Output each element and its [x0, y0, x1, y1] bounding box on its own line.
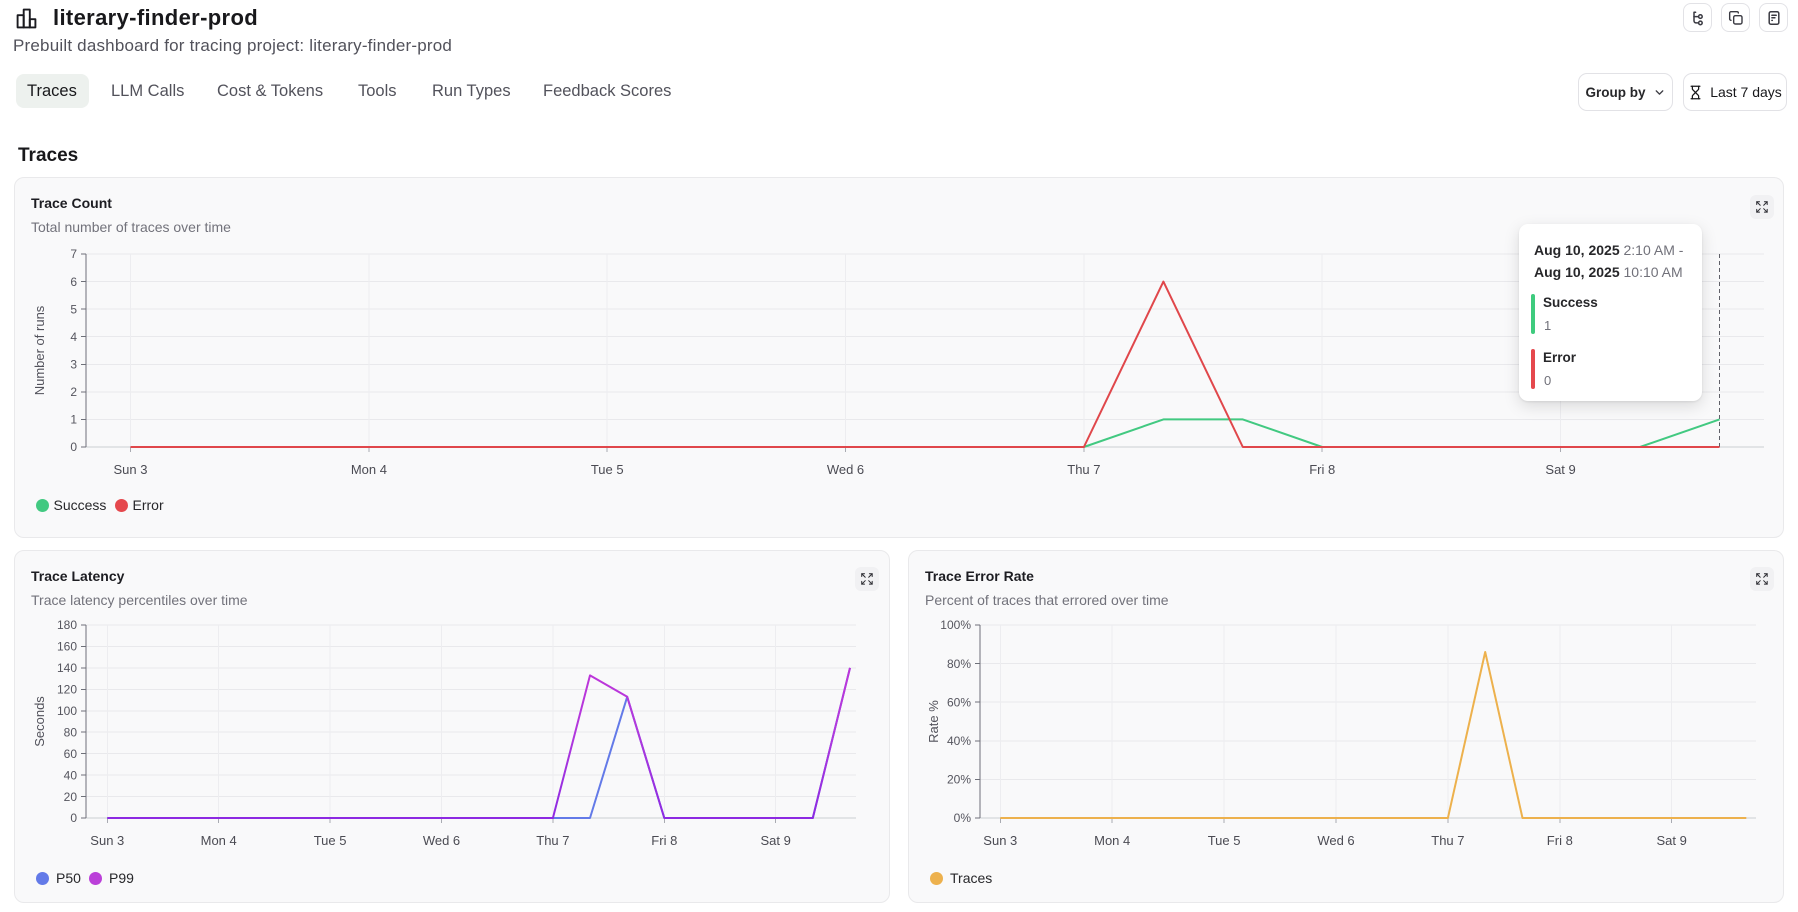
svg-text:5: 5: [70, 302, 77, 316]
svg-text:Sat 9: Sat 9: [1545, 462, 1575, 477]
svg-text:Mon 4: Mon 4: [201, 833, 237, 848]
svg-text:Thu 7: Thu 7: [536, 833, 569, 848]
svg-text:Seconds: Seconds: [32, 696, 47, 747]
svg-text:2: 2: [70, 385, 77, 399]
svg-text:Wed 6: Wed 6: [1317, 833, 1354, 848]
svg-text:1: 1: [70, 413, 77, 427]
svg-text:80%: 80%: [947, 657, 971, 671]
svg-text:20%: 20%: [947, 773, 971, 787]
svg-text:0: 0: [70, 440, 77, 454]
svg-text:100: 100: [57, 704, 77, 718]
svg-text:60%: 60%: [947, 695, 971, 709]
svg-text:100%: 100%: [940, 618, 971, 632]
svg-text:Fri 8: Fri 8: [651, 833, 677, 848]
svg-text:60: 60: [64, 747, 78, 761]
svg-text:80: 80: [64, 725, 78, 739]
svg-text:Sat 9: Sat 9: [761, 833, 791, 848]
svg-text:Number of runs: Number of runs: [32, 305, 47, 395]
svg-text:Fri 8: Fri 8: [1309, 462, 1335, 477]
svg-text:4: 4: [70, 330, 77, 344]
svg-text:Thu 7: Thu 7: [1431, 833, 1464, 848]
svg-text:40%: 40%: [947, 734, 971, 748]
svg-text:Tue 5: Tue 5: [591, 462, 624, 477]
svg-text:Rate %: Rate %: [926, 700, 941, 743]
svg-text:140: 140: [57, 661, 77, 675]
svg-text:Tue 5: Tue 5: [314, 833, 347, 848]
svg-text:Mon 4: Mon 4: [1094, 833, 1130, 848]
svg-text:Sat 9: Sat 9: [1657, 833, 1687, 848]
svg-text:Sun 3: Sun 3: [983, 833, 1017, 848]
svg-text:180: 180: [57, 618, 77, 632]
svg-text:20: 20: [64, 790, 78, 804]
svg-text:Thu 7: Thu 7: [1067, 462, 1100, 477]
svg-text:Sun 3: Sun 3: [114, 462, 148, 477]
svg-text:Mon 4: Mon 4: [351, 462, 387, 477]
svg-text:6: 6: [70, 275, 77, 289]
svg-text:7: 7: [70, 247, 77, 261]
svg-text:120: 120: [57, 683, 77, 697]
svg-text:Fri 8: Fri 8: [1547, 833, 1573, 848]
svg-text:0%: 0%: [954, 811, 972, 825]
svg-text:40: 40: [64, 768, 78, 782]
svg-text:Wed 6: Wed 6: [423, 833, 460, 848]
svg-text:3: 3: [70, 358, 77, 372]
svg-text:Wed 6: Wed 6: [827, 462, 864, 477]
svg-text:0: 0: [70, 811, 77, 825]
svg-text:Sun 3: Sun 3: [90, 833, 124, 848]
svg-text:Tue 5: Tue 5: [1208, 833, 1241, 848]
svg-text:160: 160: [57, 640, 77, 654]
